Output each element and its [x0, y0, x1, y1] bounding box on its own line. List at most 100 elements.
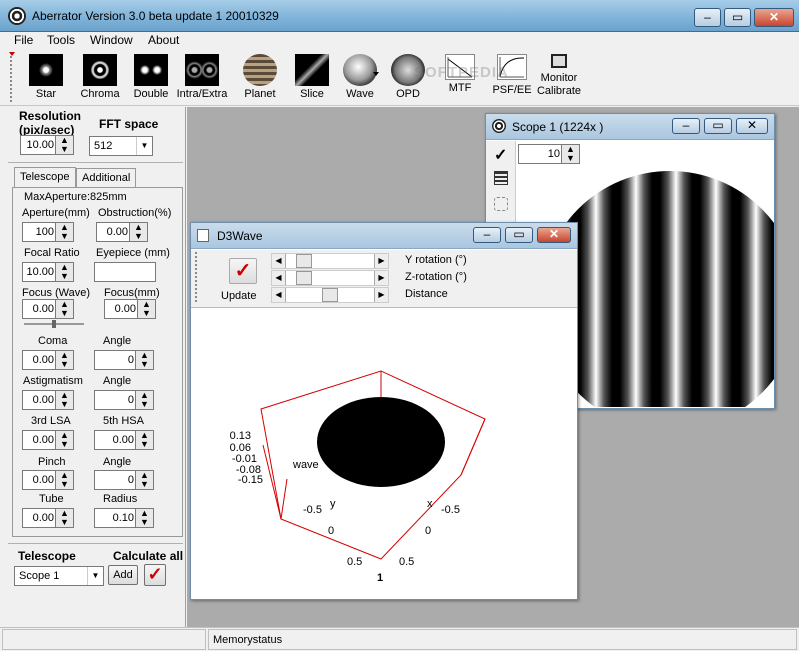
settings-icon[interactable] — [494, 197, 508, 211]
save-image-icon[interactable] — [494, 171, 508, 185]
arrow-right-icon[interactable]: ▶ — [374, 254, 388, 268]
scope-minimize-button[interactable]: ‒ — [672, 118, 700, 134]
toolbar-chroma-button[interactable]: Chroma — [80, 54, 120, 100]
radius-spinner[interactable]: 0.10 ▲ ▼ — [94, 508, 154, 528]
resolution-spinner[interactable]: 10.00 ▲ ▼ — [20, 135, 74, 155]
distance-thumb[interactable] — [322, 288, 338, 302]
calculate-all-button[interactable]: ✓ — [144, 564, 166, 586]
toolbar-grip[interactable] — [10, 52, 15, 102]
coma-spinner[interactable]: 0.00 ▲ ▼ — [22, 350, 74, 370]
scope-zoom-spinner[interactable]: 10 ▲ ▼ — [518, 144, 580, 164]
update-label: Update — [221, 290, 257, 302]
arrow-right-icon[interactable]: ▶ — [374, 288, 388, 302]
scope-close-button[interactable]: ✕ — [736, 118, 768, 134]
spinner-arrows-icon[interactable]: ▲ ▼ — [135, 391, 153, 409]
toolbar-grip[interactable] — [195, 252, 199, 302]
spinner-arrows-icon[interactable]: ▲ ▼ — [135, 471, 153, 489]
minimize-button[interactable]: ‒ — [694, 8, 721, 27]
obstruction-spinner[interactable]: 0.00 ▲ ▼ — [96, 222, 148, 242]
arrow-left-icon[interactable]: ◀ — [272, 271, 286, 285]
scope-maximize-button[interactable]: ▭ — [704, 118, 732, 134]
chevron-down-icon[interactable]: ▼ — [136, 137, 152, 155]
wavefront-3d-plot[interactable]: 0.13 0.06 -0.01 -0.08 -0.15 wave y x -0.… — [191, 309, 577, 599]
close-button[interactable]: ✕ — [754, 8, 794, 27]
focal-ratio-spinner[interactable]: 10.00 ▲ ▼ — [22, 262, 74, 282]
spinner-arrows-icon[interactable]: ▲ ▼ — [55, 223, 73, 241]
main-titlebar[interactable]: Aberrator Version 3.0 beta update 1 2001… — [0, 0, 799, 32]
spinner-arrows-icon[interactable]: ▲ ▼ — [135, 431, 153, 449]
bottom-tick: 1 — [377, 572, 383, 584]
z-rotation-slider[interactable]: ◀ ▶ — [271, 270, 389, 286]
pinch-spinner[interactable]: 0.00 ▲ ▼ — [22, 470, 74, 490]
toolbar-double-label: Double — [133, 88, 169, 100]
toolbar-chroma-label: Chroma — [80, 88, 120, 100]
toolbar-planet-button[interactable]: Planet — [240, 54, 280, 100]
spinner-arrows-icon[interactable]: ▲ ▼ — [129, 223, 147, 241]
radius-label: Radius — [103, 493, 138, 505]
toolbar-wave-button[interactable]: Wave — [338, 54, 382, 100]
focus-mm-label: Focus(mm) — [104, 287, 160, 299]
spinner-arrows-icon[interactable]: ▲ ▼ — [55, 263, 73, 281]
hsa-value: 0.00 — [112, 434, 134, 446]
pinch-value: 0.00 — [32, 474, 54, 486]
arrow-left-icon[interactable]: ◀ — [272, 288, 286, 302]
fft-space-select[interactable]: 512 ▼ — [89, 136, 153, 156]
chevron-down-icon[interactable] — [373, 72, 379, 76]
fft-space-label: FFT space — [99, 117, 159, 131]
arrow-left-icon[interactable]: ◀ — [272, 254, 286, 268]
toolbar-star-button[interactable]: Star — [28, 54, 64, 100]
scope-window-titlebar[interactable]: Scope 1 (1224x ) ‒ ▭ ✕ — [486, 114, 774, 140]
coma-angle-spinner[interactable]: 0 ▲ ▼ — [94, 350, 154, 370]
toolbar-slice-button[interactable]: Slice — [294, 54, 330, 100]
menu-about[interactable]: About — [148, 33, 179, 47]
toolbar-monitor-calibrate-button[interactable]: Monitor Calibrate — [536, 54, 582, 98]
focus-wave-value: 0.00 — [32, 303, 54, 315]
update-button[interactable]: ✓ — [229, 258, 257, 284]
d3wave-titlebar[interactable]: D3Wave ‒ ▭ ✕ — [191, 223, 577, 249]
spinner-arrows-icon[interactable]: ▲ ▼ — [135, 509, 153, 527]
toolbar-double-button[interactable]: Double — [132, 54, 170, 100]
checkmark-icon[interactable]: ✓ — [494, 145, 507, 165]
scope-select[interactable]: Scope 1 ▼ — [14, 566, 104, 586]
distance-slider[interactable]: ◀ ▶ — [271, 287, 389, 303]
focus-slider[interactable] — [24, 320, 84, 328]
d3wave-window[interactable]: D3Wave ‒ ▭ ✕ ✓ Update ◀ ▶ ◀ ▶ ◀ ▶ Y rota… — [190, 222, 578, 600]
spinner-arrows-icon[interactable]: ▲ ▼ — [55, 471, 73, 489]
tube-spinner[interactable]: 0.00 ▲ ▼ — [22, 508, 74, 528]
focus-slider-thumb[interactable] — [52, 320, 56, 328]
spinner-arrows-icon[interactable]: ▲ ▼ — [561, 145, 579, 163]
astig-angle-spinner[interactable]: 0 ▲ ▼ — [94, 390, 154, 410]
spinner-arrows-icon[interactable]: ▲ ▼ — [137, 300, 155, 318]
tab-additional[interactable]: Additional — [76, 168, 137, 188]
spinner-arrows-icon[interactable]: ▲ ▼ — [135, 351, 153, 369]
y-rotation-slider[interactable]: ◀ ▶ — [271, 253, 389, 269]
d3wave-maximize-button[interactable]: ▭ — [505, 227, 533, 243]
lsa-spinner[interactable]: 0.00 ▲ ▼ — [22, 430, 74, 450]
arrow-right-icon[interactable]: ▶ — [374, 271, 388, 285]
menu-file[interactable]: File — [14, 33, 33, 47]
pinch-angle-spinner[interactable]: 0 ▲ ▼ — [94, 470, 154, 490]
focus-mm-spinner[interactable]: 0.00 ▲ ▼ — [104, 299, 156, 319]
aperture-spinner[interactable]: 100 ▲ ▼ — [22, 222, 74, 242]
add-button[interactable]: Add — [108, 565, 138, 585]
z-rotation-thumb[interactable] — [296, 271, 312, 285]
d3wave-close-button[interactable]: ✕ — [537, 227, 571, 243]
spinner-arrows-icon[interactable]: ▲ ▼ — [55, 300, 73, 318]
spinner-arrows-icon[interactable]: ▲ ▼ — [55, 391, 73, 409]
tab-telescope[interactable]: Telescope — [14, 167, 76, 187]
toolbar-intra-extra-button[interactable]: Intra/Extra — [176, 54, 228, 100]
astigmatism-spinner[interactable]: 0.00 ▲ ▼ — [22, 390, 74, 410]
spinner-arrows-icon[interactable]: ▲ ▼ — [55, 351, 73, 369]
spinner-arrows-icon[interactable]: ▲ ▼ — [55, 431, 73, 449]
eyepiece-input[interactable] — [94, 262, 156, 282]
d3wave-minimize-button[interactable]: ‒ — [473, 227, 501, 243]
spinner-arrows-icon[interactable]: ▲ ▼ — [55, 509, 73, 527]
y-rotation-thumb[interactable] — [296, 254, 312, 268]
maximize-button[interactable]: ▭ — [724, 8, 751, 27]
chevron-down-icon[interactable]: ▼ — [87, 567, 103, 585]
spinner-arrows-icon[interactable]: ▲ ▼ — [55, 136, 73, 154]
focus-wave-spinner[interactable]: 0.00 ▲ ▼ — [22, 299, 74, 319]
menu-tools[interactable]: Tools — [47, 33, 75, 47]
menu-window[interactable]: Window — [90, 33, 133, 47]
hsa-spinner[interactable]: 0.00 ▲ ▼ — [94, 430, 154, 450]
